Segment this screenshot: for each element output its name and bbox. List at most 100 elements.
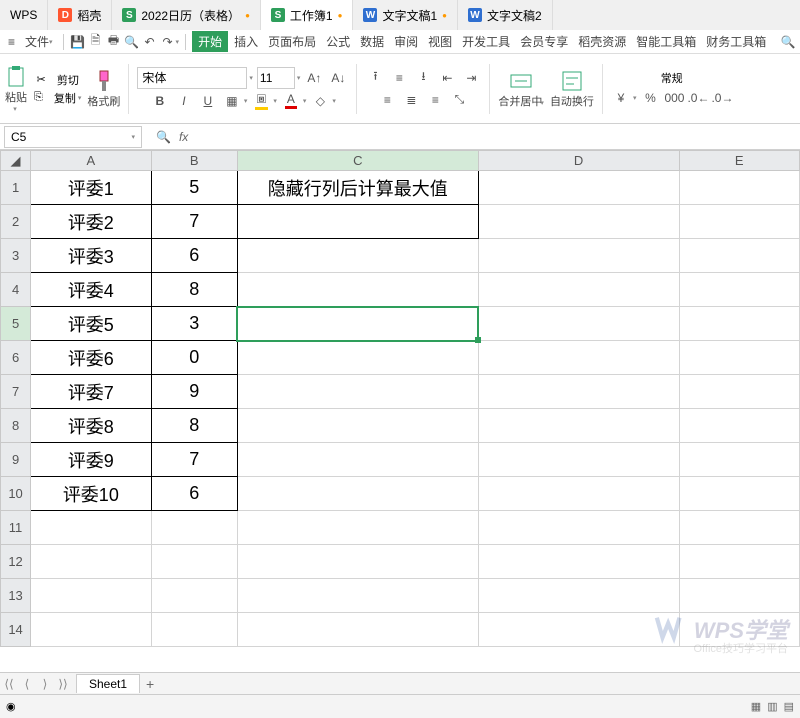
chevron-down-icon[interactable]: ▾	[249, 74, 253, 82]
cell[interactable]	[679, 171, 800, 205]
cell[interactable]: 7	[151, 205, 237, 239]
active-cell[interactable]	[237, 307, 478, 341]
cell[interactable]: 评委2	[31, 205, 151, 239]
font-name-select[interactable]	[137, 67, 247, 89]
italic-button[interactable]: I	[174, 91, 194, 111]
qat-dropdown-icon[interactable]: ▾	[176, 38, 180, 46]
cell[interactable]: 8	[151, 409, 237, 443]
fill-color-button[interactable]: 🞖	[251, 91, 271, 111]
row-header[interactable]: 9	[1, 443, 31, 477]
tab-calendar[interactable]: S2022日历（表格）●	[112, 0, 261, 30]
cell[interactable]	[237, 239, 478, 273]
wrap-text-button[interactable]: 自动换行	[550, 69, 594, 109]
tab-doc1[interactable]: W文字文稿1●	[353, 0, 458, 30]
cell[interactable]	[237, 409, 478, 443]
ribbon-tab-view[interactable]: 视图	[424, 31, 456, 52]
cell[interactable]	[151, 545, 237, 579]
save-as-icon[interactable]: 🗎	[88, 34, 104, 50]
decrease-decimal-button[interactable]: .0→	[712, 88, 732, 108]
row-header[interactable]: 4	[1, 273, 31, 307]
row-header[interactable]: 1	[1, 171, 31, 205]
align-bottom-button[interactable]: ⭳	[413, 68, 433, 88]
cell[interactable]	[478, 409, 679, 443]
cell[interactable]	[478, 545, 679, 579]
cell[interactable]	[478, 205, 679, 239]
cell[interactable]	[679, 341, 800, 375]
paste-button[interactable]: 粘贴▾	[4, 65, 28, 113]
cell[interactable]	[679, 375, 800, 409]
tab-doc2[interactable]: W文字文稿2	[458, 0, 553, 30]
ribbon-tab-smart[interactable]: 智能工具箱	[632, 31, 700, 52]
row-header[interactable]: 6	[1, 341, 31, 375]
align-right-button[interactable]: ≡	[425, 90, 445, 110]
clear-format-button[interactable]: ◇	[310, 91, 330, 111]
formula-input[interactable]	[196, 127, 790, 147]
cell[interactable]	[31, 511, 151, 545]
ribbon-tab-docer[interactable]: 稻壳资源	[574, 31, 630, 52]
cut-button[interactable]: ✂ 剪切	[37, 72, 79, 88]
sheet-nav-next-icon[interactable]: ⟩	[36, 677, 54, 691]
spreadsheet-grid[interactable]: ◢ A B C D E 1评委15隐藏行列后计算最大值 2评委27 3评委36 …	[0, 150, 800, 684]
cell[interactable]	[151, 579, 237, 613]
cell[interactable]: 0	[151, 341, 237, 375]
align-left-button[interactable]: ≡	[377, 90, 397, 110]
ribbon-tab-insert[interactable]: 插入	[230, 31, 262, 52]
cell[interactable]	[679, 511, 800, 545]
cell[interactable]	[237, 545, 478, 579]
format-painter-button[interactable]: 格式刷	[87, 69, 120, 109]
col-header-B[interactable]: B	[151, 151, 237, 171]
cell[interactable]	[237, 579, 478, 613]
cell[interactable]	[478, 375, 679, 409]
cell[interactable]	[679, 409, 800, 443]
cell[interactable]: 6	[151, 477, 237, 511]
cell[interactable]	[237, 205, 478, 239]
search-icon[interactable]: 🔍	[780, 34, 796, 50]
col-header-C[interactable]: C	[237, 151, 478, 171]
cell[interactable]	[237, 613, 478, 647]
cell[interactable]: 评委9	[31, 443, 151, 477]
name-box[interactable]: C5▾	[4, 126, 142, 148]
border-button[interactable]: ▦	[222, 91, 242, 111]
bold-button[interactable]: B	[150, 91, 170, 111]
cell[interactable]: 隐藏行列后计算最大值	[237, 171, 478, 205]
comma-button[interactable]: 000	[664, 88, 684, 108]
view-page-icon[interactable]: ▥	[767, 700, 777, 713]
tab-wps[interactable]: WPS	[0, 0, 48, 30]
sheet-nav-last-icon[interactable]: ⟩⟩	[54, 677, 72, 691]
cell[interactable]: 7	[151, 443, 237, 477]
cell[interactable]: 评委6	[31, 341, 151, 375]
row-header[interactable]: 3	[1, 239, 31, 273]
sheet-tab[interactable]: Sheet1	[76, 674, 140, 693]
cell[interactable]	[478, 613, 679, 647]
cell[interactable]: 评委1	[31, 171, 151, 205]
ribbon-tab-pagelayout[interactable]: 页面布局	[264, 31, 320, 52]
cell[interactable]: 5	[151, 171, 237, 205]
cell[interactable]: 8	[151, 273, 237, 307]
file-menu[interactable]: 文件▾	[21, 31, 57, 52]
undo-icon[interactable]: ↶	[142, 34, 158, 50]
record-icon[interactable]: ◉	[6, 700, 16, 713]
cell[interactable]	[679, 273, 800, 307]
decrease-indent-button[interactable]: ⇤	[437, 68, 457, 88]
cell[interactable]	[478, 511, 679, 545]
row-header[interactable]: 2	[1, 205, 31, 239]
col-header-A[interactable]: A	[31, 151, 151, 171]
percent-button[interactable]: %	[640, 88, 660, 108]
number-format-select[interactable]: 常规	[661, 70, 683, 86]
select-all-corner[interactable]: ◢	[1, 151, 31, 171]
cell[interactable]	[679, 239, 800, 273]
ribbon-tab-home[interactable]: 开始	[192, 31, 228, 52]
cell[interactable]	[679, 545, 800, 579]
cell[interactable]: 评委4	[31, 273, 151, 307]
merge-center-button[interactable]: 合并居中▾	[498, 69, 544, 109]
cell[interactable]	[679, 307, 800, 341]
cell[interactable]	[151, 613, 237, 647]
ribbon-tab-devtools[interactable]: 开发工具	[458, 31, 514, 52]
align-center-button[interactable]: ≣	[401, 90, 421, 110]
row-header[interactable]: 8	[1, 409, 31, 443]
ribbon-tab-review[interactable]: 审阅	[390, 31, 422, 52]
cell[interactable]	[478, 341, 679, 375]
sheet-nav-prev-icon[interactable]: ⟨	[18, 677, 36, 691]
col-header-D[interactable]: D	[478, 151, 679, 171]
cell[interactable]: 评委5	[31, 307, 151, 341]
